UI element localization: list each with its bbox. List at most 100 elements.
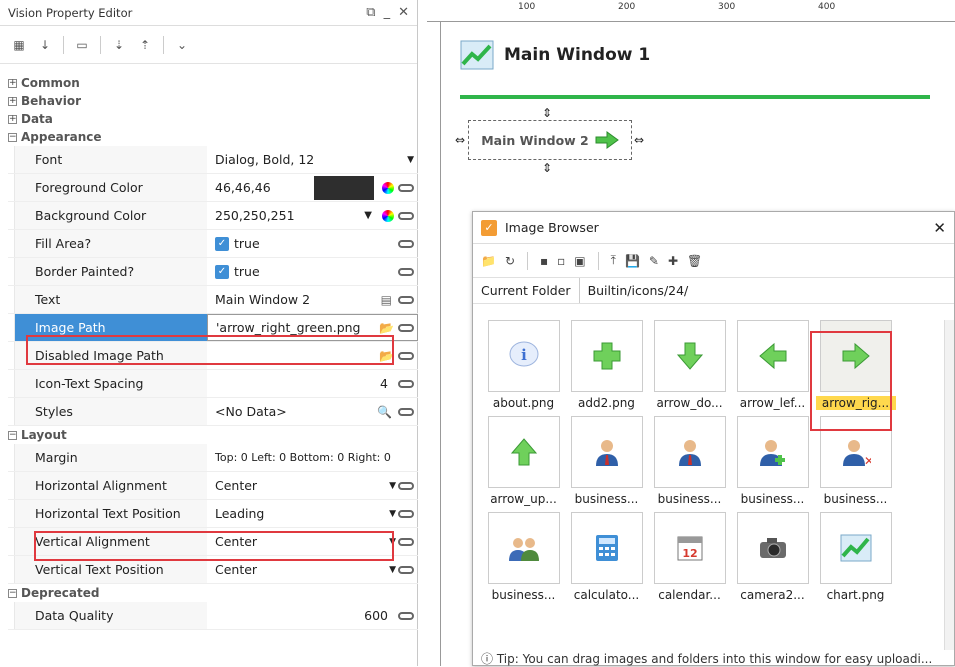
- prop-vertical-text-position[interactable]: Vertical Text Position Center ▼: [8, 556, 418, 584]
- color-swatch[interactable]: [314, 175, 374, 200]
- category-deprecated[interactable]: − Deprecated: [8, 584, 418, 602]
- resize-handle-s[interactable]: ⇕: [542, 161, 552, 175]
- restore-icon[interactable]: ⧉: [366, 5, 375, 20]
- image-tile[interactable]: arrow_lef...: [732, 320, 813, 410]
- image-tile[interactable]: i about.png: [483, 320, 564, 410]
- image-tile[interactable]: chart.png: [815, 512, 896, 602]
- image-tile[interactable]: arrow_up...: [483, 416, 564, 506]
- image-filename: arrow_up...: [490, 492, 557, 506]
- edit-icon[interactable]: ✎: [649, 254, 659, 268]
- category-appearance[interactable]: − Appearance: [8, 128, 418, 146]
- dropdown-icon[interactable]: ▼: [389, 509, 396, 519]
- image-tile[interactable]: business...: [566, 416, 647, 506]
- image-tile[interactable]: business...: [483, 512, 564, 602]
- prop-fill-area[interactable]: Fill Area? ✓ true: [8, 230, 418, 258]
- category-layout[interactable]: − Layout: [8, 426, 418, 444]
- folder-open-icon[interactable]: 📂: [379, 349, 394, 363]
- binding-link-icon[interactable]: [398, 481, 414, 490]
- sort-az-icon[interactable]: ↓: [34, 34, 56, 56]
- add-image-icon[interactable]: ✚: [668, 254, 678, 268]
- image-tile[interactable]: arrow_rig...: [815, 320, 896, 410]
- image-tile[interactable]: business...: [649, 416, 730, 506]
- new-folder-icon[interactable]: 📁: [481, 254, 496, 268]
- image-tile[interactable]: calculato...: [566, 512, 647, 602]
- collapse-icon[interactable]: ⇡: [134, 34, 156, 56]
- dropdown-icon[interactable]: ▼: [389, 565, 396, 575]
- image-tile[interactable]: 12 calendar...: [649, 512, 730, 602]
- resize-handle-n[interactable]: ⇕: [542, 106, 552, 120]
- image-browser-dialog: ✓ Image Browser ✕ 📁 ↻ ▪ ▫ ▣ ⤒ 💾 ✎ ✚ 🗑 Cu…: [472, 211, 955, 666]
- main-window-1-header[interactable]: Main Window 1: [460, 40, 650, 70]
- color-wheel-icon[interactable]: [382, 181, 394, 194]
- prop-foreground-color[interactable]: Foreground Color 46,46,46: [8, 174, 418, 202]
- vertical-ruler: [427, 22, 441, 666]
- prop-margin[interactable]: Margin Top: 0 Left: 0 Bottom: 0 Right: 0: [8, 444, 418, 472]
- image-tile[interactable]: arrow_do...: [649, 320, 730, 410]
- upload-icon[interactable]: ⤒: [611, 253, 616, 268]
- prop-vertical-alignment[interactable]: Vertical Alignment Center ▼: [8, 528, 418, 556]
- resize-handle-w[interactable]: ⇔: [455, 133, 465, 147]
- binding-link-icon[interactable]: [398, 379, 414, 388]
- prop-text[interactable]: Text Main Window 2 ▤: [8, 286, 418, 314]
- checkbox-icon[interactable]: ✓: [215, 236, 229, 251]
- save-icon[interactable]: 💾: [625, 254, 640, 268]
- main-window-2-button[interactable]: Main Window 2: [468, 120, 632, 160]
- binding-link-icon[interactable]: [398, 239, 414, 248]
- binding-link-icon[interactable]: [398, 611, 414, 620]
- folder-open-icon[interactable]: 📂: [379, 321, 394, 335]
- category-behavior[interactable]: + Behavior: [8, 92, 418, 110]
- image-browser-toolbar: 📁 ↻ ▪ ▫ ▣ ⤒ 💾 ✎ ✚ 🗑: [473, 244, 954, 278]
- resize-handle-e[interactable]: ⇔: [634, 133, 644, 147]
- prop-disabled-image-path[interactable]: Disabled Image Path 📂: [8, 342, 418, 370]
- minimize-icon[interactable]: _: [384, 5, 391, 20]
- current-folder-path[interactable]: Builtin/icons/24/: [580, 283, 697, 298]
- binding-link-icon[interactable]: [398, 407, 414, 416]
- property-filter-icon[interactable]: ▭: [71, 34, 93, 56]
- image-tile[interactable]: camera2...: [732, 512, 813, 602]
- dropdown-icon[interactable]: ▼: [389, 481, 396, 491]
- dropdown-icon[interactable]: ▼: [389, 537, 396, 547]
- filter-dropdown-icon[interactable]: ⌄: [171, 34, 193, 56]
- style-editor-icon[interactable]: 🔍: [377, 405, 392, 419]
- dropdown-icon[interactable]: ▼: [364, 210, 372, 221]
- small-thumbnails-icon[interactable]: ▪: [540, 254, 548, 268]
- image-tile[interactable]: ✕ business...: [815, 416, 896, 506]
- category-data[interactable]: + Data: [8, 110, 418, 128]
- refresh-icon[interactable]: ↻: [505, 254, 515, 268]
- binding-link-icon[interactable]: [398, 509, 414, 518]
- medium-thumbnails-icon[interactable]: ▫: [557, 254, 565, 268]
- binding-link-icon[interactable]: [398, 295, 414, 304]
- binding-link-icon[interactable]: [398, 267, 414, 276]
- image-tile[interactable]: add2.png: [566, 320, 647, 410]
- prop-background-color[interactable]: Background Color 250,250,251 ▼: [8, 202, 418, 230]
- image-tile[interactable]: business...: [732, 416, 813, 506]
- prop-image-path[interactable]: Image Path 'arrow_right_green.png 📂: [8, 314, 418, 342]
- prop-horizontal-alignment[interactable]: Horizontal Alignment Center ▼: [8, 472, 418, 500]
- large-thumbnails-icon[interactable]: ▣: [574, 254, 585, 268]
- close-icon[interactable]: ✕: [398, 5, 409, 20]
- binding-link-icon[interactable]: [398, 351, 414, 360]
- binding-link-icon[interactable]: [398, 565, 414, 574]
- binding-link-icon[interactable]: [398, 323, 414, 332]
- color-wheel-icon[interactable]: [382, 209, 394, 222]
- dropdown-icon[interactable]: ▼: [407, 155, 414, 165]
- text-editor-icon[interactable]: ▤: [381, 293, 392, 307]
- categorized-icon[interactable]: ▦: [8, 34, 30, 56]
- prop-font[interactable]: Font Dialog, Bold, 12 ▼: [8, 146, 418, 174]
- binding-link-icon[interactable]: [398, 211, 414, 220]
- prop-styles[interactable]: Styles <No Data> 🔍: [8, 398, 418, 426]
- image-filename: business...: [740, 492, 805, 506]
- prop-data-quality[interactable]: Data Quality 600: [8, 602, 418, 630]
- binding-link-icon[interactable]: [398, 183, 414, 192]
- prop-horizontal-text-position[interactable]: Horizontal Text Position Leading ▼: [8, 500, 418, 528]
- binding-link-icon[interactable]: [398, 537, 414, 546]
- category-common[interactable]: + Common: [8, 74, 418, 92]
- image-filename: calculato...: [573, 588, 640, 602]
- delete-icon[interactable]: 🗑: [687, 254, 702, 268]
- scrollbar[interactable]: [944, 320, 954, 650]
- expand-icon[interactable]: ⇣: [108, 34, 130, 56]
- checkbox-icon[interactable]: ✓: [215, 264, 229, 279]
- prop-icon-text-spacing[interactable]: Icon-Text Spacing 4: [8, 370, 418, 398]
- close-icon[interactable]: ✕: [933, 219, 946, 237]
- prop-border-painted[interactable]: Border Painted? ✓ true: [8, 258, 418, 286]
